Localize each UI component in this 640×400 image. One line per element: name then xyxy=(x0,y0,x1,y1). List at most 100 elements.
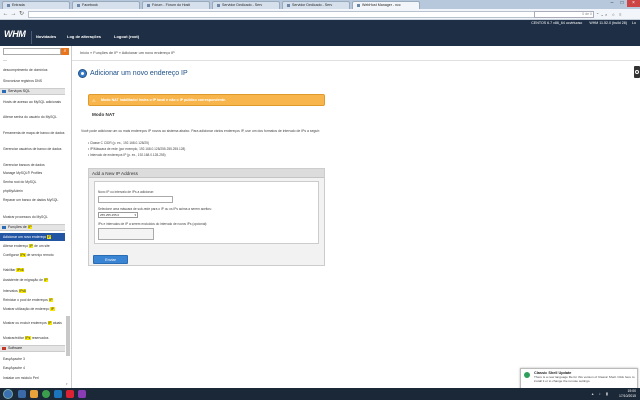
nav-novidades[interactable]: Novidades xyxy=(36,34,56,39)
search-icon[interactable]: ⌕ xyxy=(61,48,69,55)
whm-logo[interactable]: WHM xyxy=(4,29,26,39)
mask-field-label: Selecione uma máscara de sub-rede para o… xyxy=(98,207,212,211)
format-item: IP/Máscara de rede (por exemplo, 192.168… xyxy=(88,147,185,151)
sidebar-item[interactable]: Gerenciar bancos de dados xyxy=(0,163,65,167)
breadcrumb[interactable]: Início » Funções de IP » Adicionar um no… xyxy=(80,51,175,55)
shell-icon xyxy=(524,372,530,378)
subnet-mask-select[interactable]: 255.255.255.0 xyxy=(98,212,138,218)
forward-icon[interactable]: → xyxy=(10,11,17,18)
classic-shell-toast[interactable]: Classic Shell Update There is a new lang… xyxy=(520,368,638,390)
database-icon xyxy=(2,90,6,93)
maximize-icon[interactable]: □ xyxy=(617,0,627,7)
exclude-range-label: IPs e intervalos de IP a serem excluídos… xyxy=(98,222,208,226)
whm-icon xyxy=(357,3,360,7)
system-info: CENTOS 6.7 x86_64 ucvirtuoso WHM 11.52.0… xyxy=(531,21,636,25)
sidebar-item[interactable]: Reiniciar o pool de endereços IP xyxy=(0,298,65,302)
find-up-icon[interactable]: ⌃ xyxy=(596,12,599,17)
sidebar-item[interactable]: EasyApache 3 xyxy=(0,357,65,361)
page-icon xyxy=(217,3,220,7)
page-icon xyxy=(147,3,150,7)
nat-notice-text: Modo NAT habilitado! Insira o IP local e… xyxy=(101,98,226,102)
format-item: Intervalo de endereços IP (p. ex., 192.1… xyxy=(88,153,166,157)
settings-icon[interactable] xyxy=(634,66,640,78)
sidebar-item[interactable]: Alterar endereço IP de um site xyxy=(0,244,65,248)
page-icon xyxy=(287,3,290,7)
sidebar-item[interactable]: Habilitar IPv6 xyxy=(0,268,65,272)
tab-servidor-1[interactable]: Servidor Dedicado - Serv xyxy=(212,1,280,9)
tab-entrada[interactable]: Entrada xyxy=(2,1,70,9)
tab-servidor-2[interactable]: Servidor Dedicado - Serv xyxy=(282,1,350,9)
sidebar-item[interactable]: EasyApache 4 xyxy=(0,366,65,370)
sidebar-item[interactable]: Senha root do MySQL xyxy=(0,180,65,184)
system-tray-icons[interactable]: ▴ ♪ ▮ xyxy=(592,391,610,396)
sidebar-item[interactable]: Assistente de migração de IP xyxy=(0,278,65,282)
sidebar-item[interactable]: descomprimento de domínios xyxy=(0,68,65,72)
menu-icon[interactable]: ≡ xyxy=(619,12,621,17)
close-icon[interactable]: × xyxy=(627,0,640,7)
sidebar-section-sql[interactable]: Serviços SQL xyxy=(0,88,65,95)
sidebar-item[interactable]: Mostrar/editar IPs reservados xyxy=(0,336,65,340)
nav-logout[interactable]: Logout (root) xyxy=(114,34,139,39)
warning-icon: ⚠ xyxy=(92,98,96,103)
sidebar-section-software[interactable]: Software xyxy=(0,345,65,352)
sidebar: ⌕ — descomprimento de domínios Sincroniz… xyxy=(0,46,72,388)
sidebar-item[interactable]: Sincronizar registros DNS xyxy=(0,79,65,83)
mail-icon xyxy=(7,3,10,7)
find-count: 0 de 0 xyxy=(582,12,592,16)
facebook-icon xyxy=(77,3,80,7)
sidebar-item[interactable]: Reparar um banco de dados MySQL xyxy=(0,198,65,202)
find-close-icon[interactable]: × xyxy=(605,12,607,17)
nat-notice-banner: ⚠ Modo NAT habilitado! Insira o IP local… xyxy=(88,94,325,106)
breadcrumb-bar: Início » Funções de IP » Adicionar um no… xyxy=(72,46,640,61)
software-icon xyxy=(2,347,6,350)
sidebar-item[interactable]: Intervalos IPv6 xyxy=(0,289,65,293)
sidebar-item-add-ip[interactable]: Adicionar um novo endereço IP xyxy=(0,233,65,241)
minimize-icon[interactable]: – xyxy=(607,0,617,7)
sidebar-search-input[interactable] xyxy=(3,48,61,55)
back-icon[interactable]: ← xyxy=(2,11,9,18)
find-down-icon[interactable]: ⌄ xyxy=(600,12,603,17)
chrome-icon[interactable] xyxy=(42,390,50,398)
sidebar-section-ip[interactable]: Funções de IP xyxy=(0,224,65,231)
ip-address-input[interactable] xyxy=(98,196,173,203)
start-icon[interactable] xyxy=(3,389,13,399)
window-controls: – □ × xyxy=(607,0,640,8)
submit-button[interactable]: Enviar xyxy=(93,255,128,264)
sidebar-item[interactable]: Mostrar ou excluir endereços IP atuais xyxy=(0,321,65,325)
toast-body: There is a new language file for this ve… xyxy=(534,375,635,383)
sidebar-item[interactable]: Mostrar processos do MySQL xyxy=(0,215,65,219)
tab-facebook[interactable]: Facebook xyxy=(72,1,140,9)
tab-webhost-manager[interactable]: WebHost Manager - ncc xyxy=(352,1,420,9)
find-input[interactable]: 0 de 0 xyxy=(534,11,594,18)
star-icon[interactable]: ☆ xyxy=(611,12,615,17)
sidebar-item[interactable]: Manage MySQL® Profiles xyxy=(0,171,65,175)
tab-forum[interactable]: Fórum - Fórum do Hosti xyxy=(142,1,210,9)
skype-icon[interactable] xyxy=(54,390,62,398)
address-bar-row: ← → ↻ 0 de 0 ⌃ ⌄ × ☆ ≡ xyxy=(0,9,640,20)
explorer-icon[interactable] xyxy=(18,390,26,398)
ip-function-icon xyxy=(78,69,87,78)
sidebar-item[interactable]: Ferramenta de mapa de banco de dados xyxy=(0,131,65,135)
sidebar-scrollbar-thumb[interactable] xyxy=(66,316,70,356)
browser-tab-bar: Entrada Facebook Fórum - Fórum do Hosti … xyxy=(0,0,640,9)
url-input[interactable] xyxy=(28,11,576,18)
reload-icon[interactable]: ↻ xyxy=(18,11,25,18)
app-icon[interactable] xyxy=(66,390,74,398)
find-controls: ⌃ ⌄ × ☆ ≡ xyxy=(596,11,622,18)
sidebar-item[interactable]: Alterar senha do usuário do MySQL xyxy=(0,115,65,119)
clock[interactable]: 19:00 17/10/2015 xyxy=(619,389,636,398)
sidebar-item[interactable]: Instalar um módulo Perl xyxy=(0,376,65,380)
sidebar-item[interactable]: Configurar IPs de serviço remoto xyxy=(0,253,65,257)
sidebar-item[interactable]: phpMyAdmin xyxy=(0,189,65,193)
folder-icon[interactable] xyxy=(30,390,38,398)
form-fields: Novo IP ou intervalo de IPs a adicionar:… xyxy=(94,181,319,244)
format-item: Classe C CIDR (p. ex., 192.168.0.128/25) xyxy=(88,141,149,145)
sidebar-item[interactable]: Hosts de acesso ao MySQL adicionais xyxy=(0,100,65,104)
sidebar-item[interactable]: Mostrar utilização de endereço IP xyxy=(0,307,65,311)
nav-log-alteracoes[interactable]: Log de alterações xyxy=(67,34,101,39)
sidebar-collapse-toggle[interactable]: — xyxy=(3,57,7,62)
app-icon[interactable] xyxy=(78,390,86,398)
exclude-range-textarea[interactable] xyxy=(98,228,154,240)
ip-field-label: Novo IP ou intervalo de IPs a adicionar: xyxy=(98,190,154,194)
sidebar-item[interactable]: Gerenciar usuários de banco de dados xyxy=(0,147,65,151)
